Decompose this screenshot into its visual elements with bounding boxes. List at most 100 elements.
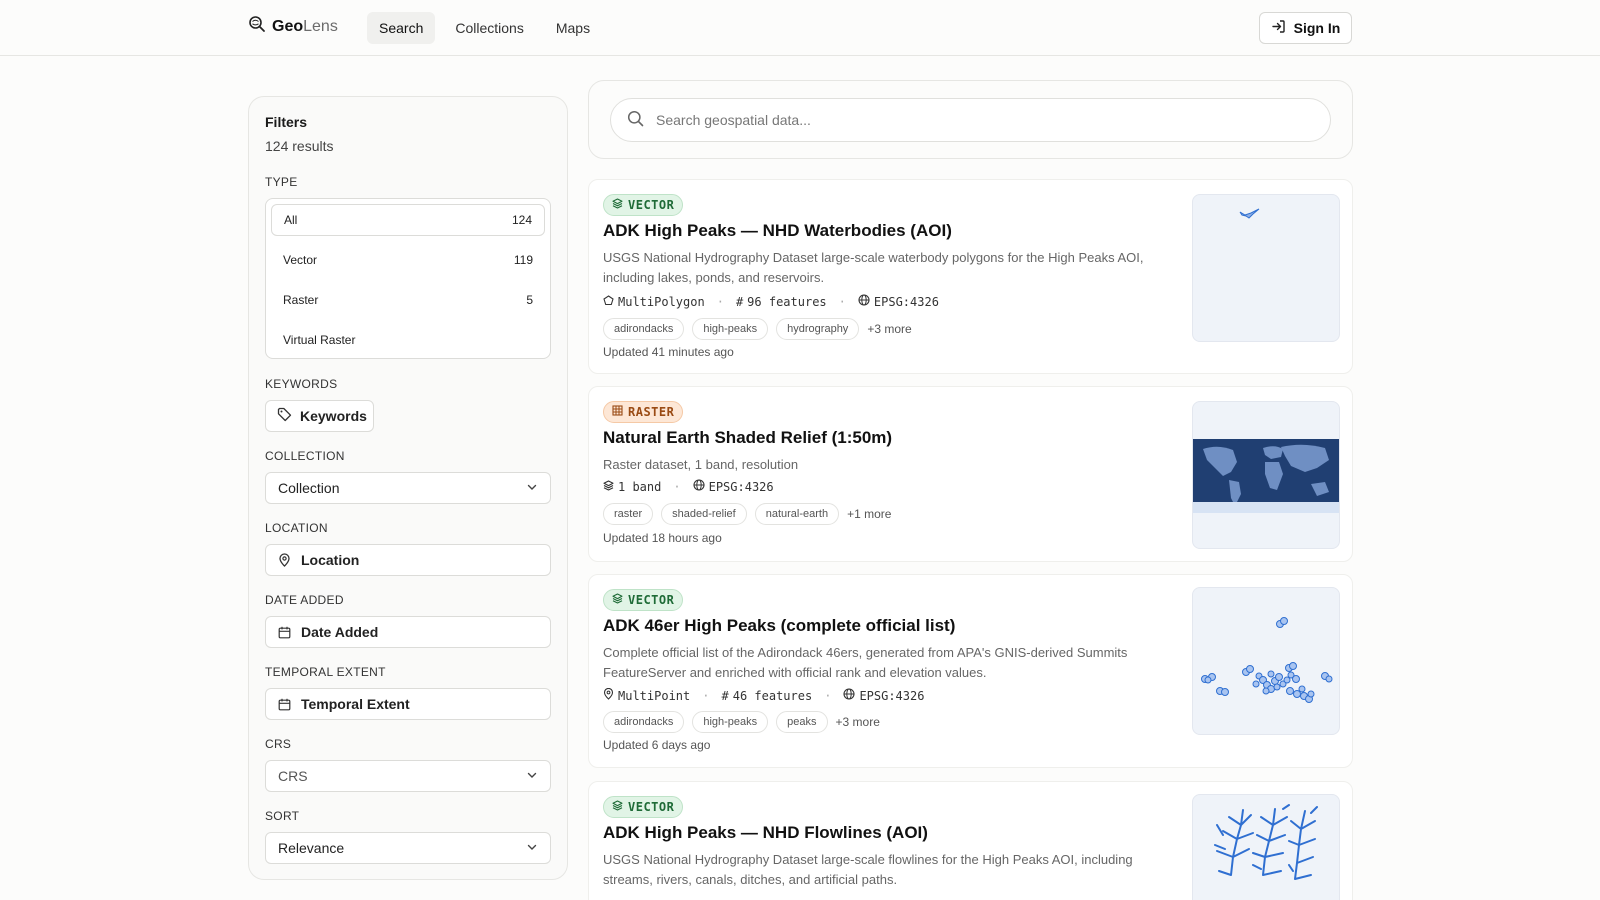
result-thumbnail	[1192, 587, 1340, 735]
result-meta: MultiPoint · #46 features · EPSG:4326	[603, 687, 925, 703]
chevron-down-icon	[526, 768, 538, 784]
logo-text-light: Lens	[303, 17, 338, 35]
type-option-count: 119	[513, 253, 533, 267]
result-thumbnail	[1192, 401, 1340, 549]
type-option-all[interactable]: All 124	[271, 204, 545, 236]
tag[interactable]: high-peaks	[692, 318, 769, 340]
type-option-label: Virtual Raster	[283, 333, 356, 347]
raster-badge: RASTER	[603, 401, 684, 423]
results-count: 124 results	[265, 138, 334, 154]
layers-icon	[612, 800, 623, 814]
tag[interactable]: adirondacks	[603, 318, 685, 340]
more-tags[interactable]: +3 more	[867, 322, 911, 336]
badge-label: VECTOR	[628, 593, 675, 607]
type-label: TYPE	[265, 175, 298, 189]
type-option-virtual-raster[interactable]: Virtual Raster	[271, 324, 545, 356]
sign-in-label: Sign In	[1293, 20, 1341, 36]
map-pin-icon	[278, 553, 291, 567]
result-meta: 1 band · EPSG:4326	[603, 479, 774, 494]
calendar-icon	[278, 698, 291, 711]
collection-label: COLLECTION	[265, 449, 345, 463]
more-tags[interactable]: +1 more	[847, 507, 891, 521]
polygon-icon	[603, 294, 614, 309]
collection-select[interactable]: Collection	[265, 472, 551, 504]
type-option-raster[interactable]: Raster 5	[271, 284, 545, 316]
result-description-line: including lakes, ponds, and reservoirs.	[603, 270, 825, 285]
crs-value: EPSG:4326	[708, 479, 774, 494]
geometry-type: MultiPolygon	[618, 294, 705, 309]
type-option-label: Raster	[283, 293, 319, 307]
logo[interactable]: GeoLens	[248, 15, 338, 38]
location-label: LOCATION	[265, 521, 328, 535]
layers-icon	[612, 198, 623, 212]
band-count: 1 band	[618, 479, 662, 494]
result-card[interactable]: VECTOR ADK High Peaks — NHD Waterbodies …	[588, 179, 1353, 374]
result-title[interactable]: ADK High Peaks — NHD Waterbodies (AOI)	[603, 221, 952, 241]
tag[interactable]: peaks	[776, 711, 828, 733]
search-globe-icon	[248, 15, 266, 38]
collection-select-value: Collection	[278, 480, 340, 496]
temporal-extent-button[interactable]: Temporal Extent	[265, 688, 551, 720]
type-option-count: 5	[526, 293, 533, 307]
tag[interactable]: shaded-relief	[661, 503, 747, 525]
result-description-line: Complete official list of the Adirondack…	[603, 645, 1128, 660]
sign-in-button[interactable]: Sign In	[1259, 12, 1352, 44]
badge-label: RASTER	[628, 405, 675, 419]
more-tags[interactable]: +3 more	[836, 715, 880, 729]
sign-in-icon	[1271, 19, 1286, 37]
type-option-label: Vector	[283, 253, 318, 267]
keywords-button[interactable]: Keywords	[265, 400, 374, 432]
tag[interactable]: natural-earth	[754, 503, 840, 525]
globe-icon	[693, 479, 705, 494]
tag[interactable]: adirondacks	[603, 711, 685, 733]
grid-icon	[612, 405, 623, 419]
search-input[interactable]: Search geospatial data...	[610, 98, 1331, 142]
vector-badge: VECTOR	[603, 796, 684, 818]
search-placeholder: Search geospatial data...	[656, 112, 811, 128]
hash-icon: #	[721, 688, 729, 703]
sort-label: SORT	[265, 809, 300, 823]
nav-maps[interactable]: Maps	[544, 12, 602, 44]
sort-select[interactable]: Relevance	[265, 832, 551, 864]
globe-icon	[843, 688, 855, 703]
search-icon	[627, 110, 644, 130]
logo-text-bold: Geo	[272, 17, 304, 35]
crs-value: EPSG:4326	[859, 688, 925, 703]
search-panel: Search geospatial data...	[588, 80, 1353, 159]
type-option-label: All	[284, 213, 298, 227]
tag[interactable]: high-peaks	[692, 711, 769, 733]
feature-count: 46 features	[732, 688, 813, 703]
result-title[interactable]: Natural Earth Shaded Relief (1:50m)	[603, 428, 892, 448]
hash-icon: #	[735, 294, 744, 309]
filters-panel: Filters 124 results TYPE All 124 Vector …	[248, 96, 568, 880]
tag-list: raster shaded-relief natural-earth +1 mo…	[603, 503, 891, 525]
tag[interactable]: hydrography	[776, 318, 860, 340]
tag-list: adirondacks high-peaks peaks +3 more	[603, 711, 880, 733]
nav-search[interactable]: Search	[367, 12, 436, 44]
tag-icon	[277, 407, 292, 425]
nav-collections[interactable]: Collections	[443, 12, 535, 44]
result-thumbnail	[1192, 794, 1340, 900]
date-added-button[interactable]: Date Added	[265, 616, 551, 648]
result-description-line: FeatureServer and enriched with official…	[603, 665, 987, 680]
badge-label: VECTOR	[628, 800, 675, 814]
location-button-label: Location	[301, 552, 360, 568]
badge-label: VECTOR	[628, 198, 675, 212]
result-thumbnail	[1192, 194, 1340, 342]
result-card[interactable]: VECTOR ADK 46er High Peaks (complete off…	[588, 574, 1353, 768]
result-meta: MultiPolygon · #96 features · EPSG:4326	[603, 294, 939, 309]
result-card[interactable]: VECTOR ADK High Peaks — NHD Flowlines (A…	[588, 781, 1353, 900]
crs-select[interactable]: CRS	[265, 760, 551, 792]
result-title[interactable]: ADK High Peaks — NHD Flowlines (AOI)	[603, 823, 928, 843]
result-title[interactable]: ADK 46er High Peaks (complete official l…	[603, 616, 955, 636]
temporal-extent-button-label: Temporal Extent	[301, 696, 410, 712]
type-selector: All 124 Vector 119 Raster 5 Virtual Rast…	[265, 198, 551, 359]
result-card[interactable]: RASTER Natural Earth Shaded Relief (1:50…	[588, 386, 1353, 562]
top-navigation-bar: GeoLens Search Collections Maps Sign In	[0, 0, 1600, 56]
type-option-vector[interactable]: Vector 119	[271, 244, 545, 276]
updated-time: Updated 41 minutes ago	[603, 345, 734, 359]
map-pin-icon	[603, 687, 614, 703]
location-button[interactable]: Location	[265, 544, 551, 576]
tag[interactable]: raster	[603, 503, 654, 525]
keywords-button-label: Keywords	[300, 408, 367, 424]
